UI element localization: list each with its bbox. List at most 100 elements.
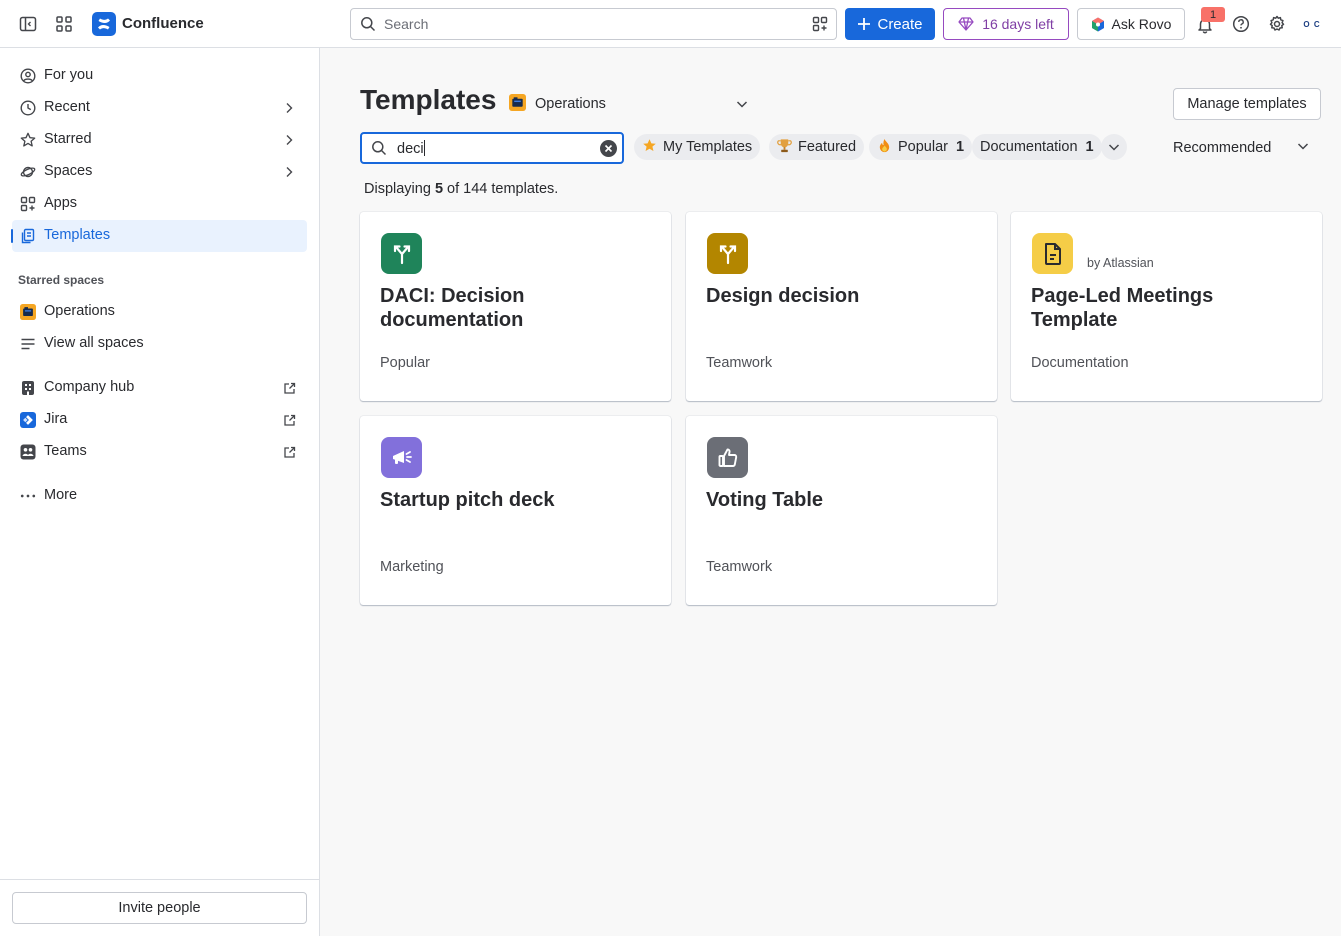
sidebar-item-label: More <box>44 487 78 503</box>
template-title: Startup pitch deck <box>380 489 555 511</box>
create-button[interactable]: Create <box>845 8 935 40</box>
filter-featured[interactable]: Featured <box>769 134 865 160</box>
template-title: DACI: Decision documentation <box>380 285 525 331</box>
notification-badge: 1 <box>1201 7 1225 22</box>
ask-rovo-button[interactable]: Ask Rovo <box>1077 8 1185 40</box>
chevron-right-icon[interactable] <box>281 100 297 116</box>
help-icon[interactable] <box>1229 12 1253 36</box>
sidebar-space-operations[interactable]: Operations <box>12 296 307 328</box>
trophy-icon <box>777 138 792 157</box>
chevron-down-icon <box>1297 140 1309 156</box>
list-icon <box>20 336 36 352</box>
user-avatar[interactable]: O C <box>1300 12 1324 36</box>
filter-label: Popular <box>898 139 948 155</box>
more-filters-chevron-down-icon[interactable] <box>1101 134 1127 160</box>
sidebar-item-starred[interactable]: Starred <box>12 124 307 156</box>
external-link-icon[interactable] <box>281 380 297 396</box>
sidebar-item-jira[interactable]: Jira <box>12 404 307 436</box>
operations-space-icon <box>20 304 36 320</box>
results-total: of 144 templates. <box>447 181 559 197</box>
sidebar-item-label: Company hub <box>44 379 135 395</box>
plus-icon <box>858 18 871 30</box>
sidebar-item-label: Operations <box>44 303 115 319</box>
chevron-right-icon[interactable] <box>281 164 297 180</box>
sidebar-item-label: View all spaces <box>44 335 144 351</box>
invite-people-button[interactable]: Invite people <box>12 892 307 924</box>
filter-documentation[interactable]: Documentation 1 <box>972 134 1102 160</box>
page-icon <box>1032 233 1073 274</box>
filter-my-templates[interactable]: My Templates <box>634 134 761 160</box>
template-category: Documentation <box>1031 355 1129 371</box>
manage-templates-button[interactable]: Manage templates <box>1173 88 1321 120</box>
external-link-icon[interactable] <box>281 444 297 460</box>
template-title: Design decision <box>706 285 860 307</box>
teams-icon <box>20 444 36 460</box>
clock-icon <box>20 100 36 116</box>
thumbs-up-icon <box>707 437 748 478</box>
template-card-voting-table[interactable]: Voting Table Teamwork <box>686 416 997 605</box>
sidebar-item-more[interactable]: More <box>12 480 307 512</box>
sidebar-item-teams[interactable]: Teams <box>12 436 307 468</box>
template-category: Popular <box>380 355 430 371</box>
page-title: Templates <box>360 84 497 115</box>
invite-section: Invite people <box>0 879 319 936</box>
sidebar-item-label: Recent <box>44 99 90 115</box>
search-filter-icon[interactable] <box>812 16 828 35</box>
sidebar-view-all-spaces[interactable]: View all spaces <box>12 328 307 360</box>
sidebar: For you Recent Starred Spaces Apps Templ… <box>0 48 320 936</box>
clear-search-icon[interactable] <box>600 140 617 157</box>
results-shown: 5 <box>434 181 444 197</box>
external-link-icon[interactable] <box>281 412 297 428</box>
template-category: Teamwork <box>706 559 773 575</box>
brand-name[interactable]: Confluence <box>122 15 204 32</box>
template-title: Page-Led Meetings Template <box>1031 285 1214 331</box>
active-indicator <box>11 229 13 243</box>
template-search-input[interactable]: deci <box>360 132 624 164</box>
chevron-right-icon[interactable] <box>281 132 297 148</box>
global-search-input[interactable]: Search <box>350 8 837 40</box>
settings-gear-icon[interactable] <box>1265 12 1289 36</box>
app-switcher-icon[interactable] <box>52 12 76 36</box>
template-category: Marketing <box>380 559 444 575</box>
filter-label: Documentation <box>980 139 1078 155</box>
trial-label: 16 days left <box>982 16 1054 32</box>
chevron-down-icon <box>736 97 748 113</box>
template-card-startup-pitch-deck[interactable]: Startup pitch deck Marketing <box>360 416 671 605</box>
sidebar-item-for-you[interactable]: For you <box>12 60 307 92</box>
sidebar-toggle-icon[interactable] <box>16 12 40 36</box>
template-title: Voting Table <box>706 489 824 511</box>
filter-popular[interactable]: Popular 1 <box>869 134 973 160</box>
more-dots-icon <box>20 488 36 504</box>
sort-label: Recommended <box>1173 140 1272 156</box>
sidebar-item-label: Starred <box>44 131 92 147</box>
user-circle-icon <box>20 68 36 84</box>
sidebar-item-recent[interactable]: Recent <box>12 92 307 124</box>
results-prefix: Displaying <box>364 181 431 197</box>
confluence-logo-icon[interactable] <box>92 12 116 36</box>
create-label: Create <box>877 15 923 33</box>
template-card-daci[interactable]: DACI: Decision documentation Popular <box>360 212 671 401</box>
sidebar-item-label: For you <box>44 67 94 83</box>
search-placeholder: Search <box>384 16 429 32</box>
sidebar-item-apps[interactable]: Apps <box>12 188 307 220</box>
top-navigation: Confluence Search Create 16 days left As… <box>0 0 1341 48</box>
sidebar-item-templates[interactable]: Templates <box>11 220 307 252</box>
search-icon <box>371 140 387 159</box>
template-category: Teamwork <box>706 355 773 371</box>
sidebar-item-label: Jira <box>44 411 68 427</box>
fire-icon <box>877 138 892 157</box>
apps-grid-icon <box>20 196 36 212</box>
template-card-design-decision[interactable]: Design decision Teamwork <box>686 212 997 401</box>
template-card-page-led-meetings[interactable]: by Atlassian Page-Led Meetings Template … <box>1011 212 1322 401</box>
planet-icon <box>20 164 36 180</box>
sidebar-item-company-hub[interactable]: Company hub <box>12 372 307 404</box>
trial-button[interactable]: 16 days left <box>943 8 1069 40</box>
sort-selector[interactable]: Recommended <box>1173 134 1321 162</box>
space-selector[interactable]: Operations <box>509 92 754 116</box>
filter-label: My Templates <box>663 139 753 155</box>
star-filled-icon <box>642 138 657 157</box>
template-search-value: deci <box>397 141 424 157</box>
sidebar-item-spaces[interactable]: Spaces <box>12 156 307 188</box>
gem-icon <box>958 17 974 31</box>
filter-count: 1 <box>1085 139 1094 155</box>
